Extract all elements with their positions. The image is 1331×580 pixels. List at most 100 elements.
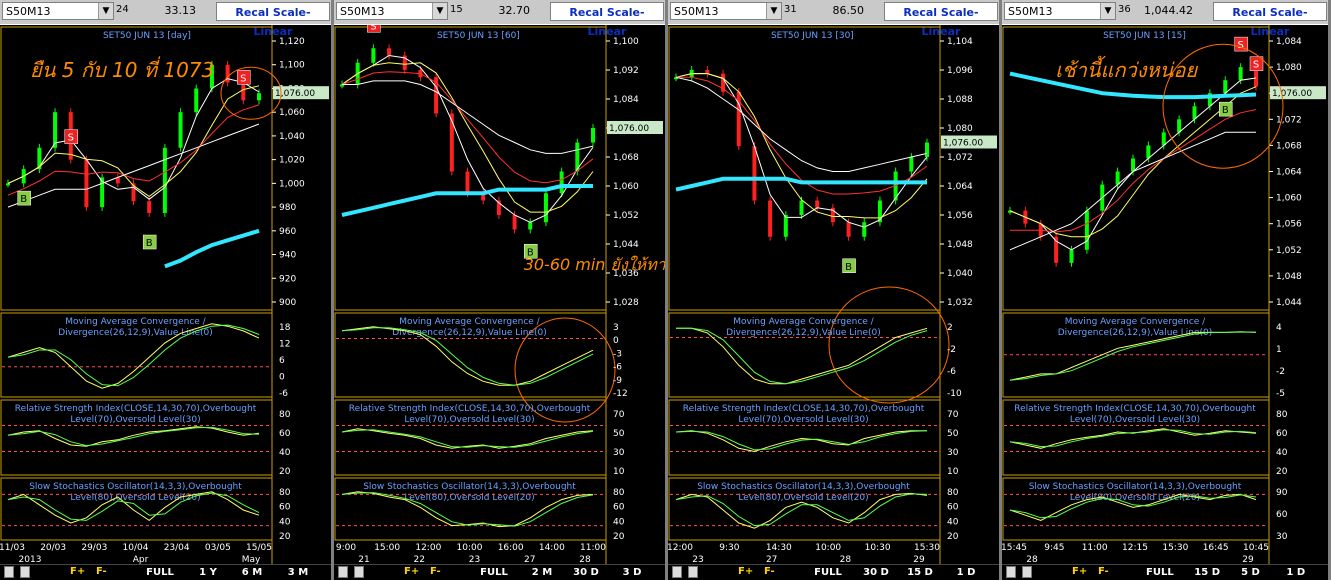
time-tick-label: 16:00	[498, 543, 524, 553]
time-tick-label: 10:45	[1243, 543, 1269, 553]
range-button[interactable]: 3 M	[278, 566, 318, 579]
symbol-select[interactable]: S50M13 ▼	[1004, 2, 1116, 20]
zoom-out-icon[interactable]: F-	[1098, 566, 1109, 578]
scroll-left-icon[interactable]	[338, 566, 348, 578]
rsi-line	[1009, 428, 1257, 449]
rsi-tick-label: 30	[613, 448, 625, 458]
chevron-down-icon[interactable]: ▼	[766, 3, 781, 19]
macd-signal-line	[1009, 331, 1256, 381]
scroll-right-icon[interactable]	[354, 566, 364, 578]
price-readout: 33.13	[164, 4, 197, 17]
stoch-title: Slow Stochastics Oscillator(14,3,3),Over…	[1029, 482, 1242, 492]
price-tick-label: 900	[279, 298, 296, 308]
rsi-tick-label: 70	[613, 410, 625, 420]
zoom-in-icon[interactable]: F+	[70, 566, 85, 578]
symbol-value: S50M13	[340, 5, 385, 18]
scroll-left-icon[interactable]	[4, 566, 14, 578]
price-tick-label: 1,080	[947, 124, 973, 134]
time-tick-label: 23/04	[164, 543, 190, 553]
macd-subtitle: Divergence(26,12,9),Value Line(0)	[58, 328, 213, 338]
range-button[interactable]: FULL	[474, 566, 514, 579]
macd-tick-label: 1	[1276, 345, 1282, 355]
range-button[interactable]: 6 M	[232, 566, 272, 579]
stoch-tick-label: 20	[947, 532, 959, 542]
range-button[interactable]: 30 D	[566, 566, 606, 579]
candle-body	[178, 112, 183, 148]
candle-body	[257, 93, 261, 101]
rsi-tick-label: 80	[279, 410, 291, 420]
rsi-tick-label: 60	[279, 429, 291, 439]
candle-body	[543, 193, 548, 223]
price-tick-label: 940	[279, 251, 296, 261]
macd-tick-label: 4	[1276, 323, 1282, 333]
price-tick-label: 920	[279, 274, 296, 284]
range-button[interactable]: 30 D	[856, 566, 896, 579]
symbol-select[interactable]: S50M13 ▼	[336, 2, 448, 20]
price-tick-label: 1,084	[613, 95, 639, 105]
range-button[interactable]: 1 D	[1276, 566, 1316, 579]
range-button[interactable]: 1 D	[946, 566, 986, 579]
price-tick-label: 1,060	[279, 108, 305, 118]
zoom-out-icon[interactable]: F-	[96, 566, 107, 578]
candle-body	[1084, 210, 1089, 250]
time-tick-label: 11/03	[0, 543, 25, 553]
range-button[interactable]: FULL	[808, 566, 848, 579]
last-price-value: 1,076.00	[1272, 89, 1312, 99]
chevron-down-icon[interactable]: ▼	[432, 3, 447, 19]
zoom-in-icon[interactable]: F+	[404, 566, 419, 578]
price-tick-label: 1,104	[947, 37, 973, 47]
scroll-left-icon[interactable]	[672, 566, 682, 578]
scroll-right-icon[interactable]	[1022, 566, 1032, 578]
range-button[interactable]: 15 D	[900, 566, 940, 579]
macd-subtitle: Divergence(26,12,9),Value Line(0)	[726, 328, 881, 338]
range-button[interactable]: 2 M	[522, 566, 562, 579]
rsi-tick-label: 60	[1276, 429, 1288, 439]
zoom-out-icon[interactable]: F-	[764, 566, 775, 578]
time-tick-label: 14:30	[766, 543, 792, 553]
range-button[interactable]: 3 D	[612, 566, 652, 579]
recal-scale-button[interactable]: Recal Scale-Linear	[884, 2, 998, 38]
time-tick-label: 15:30	[914, 543, 940, 553]
candle-body	[371, 48, 376, 63]
scroll-left-icon[interactable]	[1006, 566, 1016, 578]
chevron-down-icon[interactable]: ▼	[1100, 3, 1115, 19]
scroll-right-icon[interactable]	[20, 566, 30, 578]
zoom-out-icon[interactable]: F-	[430, 566, 441, 578]
signal-label: S	[68, 133, 74, 144]
annotation-text: ยืน 5 กับ 10 ที่ 1073	[30, 56, 214, 82]
symbol-select[interactable]: S50M13 ▼	[670, 2, 782, 20]
chart-title: SET50 JUN 13 [15]	[1103, 31, 1186, 41]
stoch-tick-label: 60	[947, 503, 959, 513]
recal-scale-button[interactable]: Recal Scale-Linear	[216, 2, 330, 38]
annotation-text: เช้านี้แกว่งหน่อย	[1055, 55, 1198, 82]
recal-scale-button[interactable]: Recal Scale-Linear	[550, 2, 664, 38]
panel-toolbar: S50M13 ▼ 36 1,044.42 Recal Scale-Linear	[1002, 0, 1328, 38]
time-tick-label: 16:45	[1203, 543, 1229, 553]
chart-canvas: SET50 JUN 13 [15]1,0841,0801,0761,0721,0…	[1002, 25, 1326, 565]
symbol-select[interactable]: S50M13 ▼	[2, 2, 114, 20]
price-tick-label: 1,000	[279, 179, 305, 189]
candle-body	[1069, 249, 1074, 263]
range-button[interactable]: 15 D	[1187, 566, 1227, 579]
macd-tick-label: -2	[1276, 367, 1285, 377]
stoch-tick-label: 80	[279, 488, 291, 498]
price-tick-label: 1,060	[613, 182, 639, 192]
range-button[interactable]: 1 Y	[188, 566, 228, 579]
rsi-tick-label: 70	[947, 410, 959, 420]
zoom-in-icon[interactable]: F+	[1072, 566, 1087, 578]
price-tick-label: 1,064	[947, 182, 973, 192]
chevron-down-icon[interactable]: ▼	[98, 3, 113, 19]
range-button[interactable]: 5 D	[1230, 566, 1270, 579]
candle-body	[591, 128, 595, 143]
price-readout: 86.50	[832, 4, 865, 17]
candle-body	[194, 88, 199, 113]
candle-body	[909, 157, 914, 172]
range-button[interactable]: FULL	[1140, 566, 1180, 579]
price-tick-label: 1,044	[613, 240, 639, 250]
stoch-tick-label: 40	[613, 517, 625, 527]
zoom-in-icon[interactable]: F+	[738, 566, 753, 578]
range-button[interactable]: FULL	[140, 566, 180, 579]
macd-tick-label: -6	[613, 363, 622, 373]
scroll-right-icon[interactable]	[688, 566, 698, 578]
recal-scale-button[interactable]: Recal Scale-Linear	[1213, 2, 1327, 38]
